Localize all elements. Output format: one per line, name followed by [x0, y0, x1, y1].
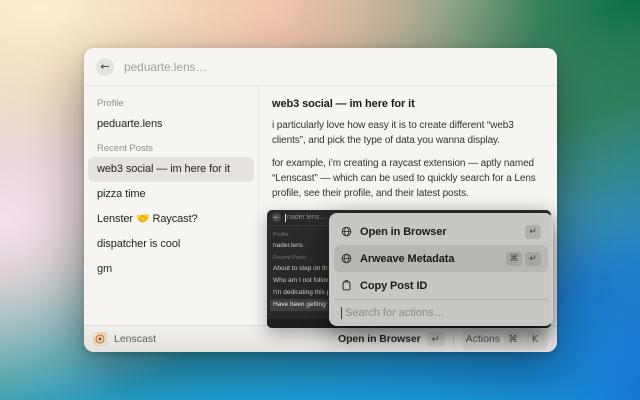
menu-item-label: Open in Browser	[360, 226, 447, 238]
embedded-list-item: nader.lens	[270, 240, 328, 252]
return-key-badge: ↵	[427, 332, 445, 347]
back-button[interactable]: ←	[96, 58, 114, 76]
back-icon: ←	[100, 60, 109, 73]
embedded-list-item: Who am I not following	[270, 275, 328, 287]
menu-item-label: Arweave Metadata	[360, 253, 454, 265]
app-name: Lenscast	[114, 333, 156, 345]
actions-button[interactable]: Actions ⌘ K	[462, 329, 548, 350]
sidebar-item-profile[interactable]: peduarte.lens	[88, 112, 254, 137]
post-paragraph: i particularly love how easy it is to cr…	[272, 118, 547, 148]
embedded-list-item: Have been getting way	[270, 299, 328, 311]
lenscast-logo-icon	[93, 332, 107, 346]
embedded-menu-item-arweave-metadata: Arweave Metadata ⌘ ↵	[334, 245, 548, 272]
embedded-text-caret	[285, 214, 286, 222]
section-label-recent-posts: Recent Posts	[88, 137, 254, 157]
embedded-list-item: I'm dedicating this pos	[270, 287, 328, 299]
return-key-badge: ↵	[525, 252, 541, 266]
post-paragraph: for example, i’m creating a raycast exte…	[272, 156, 547, 201]
embedded-menu-item-open-in-browser: Open in Browser ↵	[334, 218, 548, 245]
shortcut-keys: ⌘ ↵	[506, 252, 541, 266]
return-key-badge: ↵	[525, 225, 541, 239]
embedded-screenshot: ← nader.lens… Profile nader.lens Recent …	[267, 210, 551, 328]
sidebar: Profile peduarte.lens Recent Posts web3 …	[84, 86, 259, 325]
footer-actions: Open in Browser ↵ Actions ⌘ K	[338, 329, 548, 350]
embedded-back-icon: ←	[272, 213, 281, 222]
section-label-profile: Profile	[88, 92, 254, 112]
embedded-sidebar: Profile nader.lens Recent Posts About to…	[267, 226, 331, 314]
sidebar-item-post-pizza-time[interactable]: pizza time	[88, 182, 254, 207]
embedded-search-text: nader.lens…	[287, 214, 326, 221]
globe-icon	[341, 253, 352, 264]
embedded-menu-item-copy-post-id: Copy Post ID	[334, 272, 548, 299]
lenscast-window: ← peduarte.lens… Profile peduarte.lens R…	[84, 48, 557, 352]
menu-item-label: Copy Post ID	[360, 280, 427, 292]
footer-divider	[453, 333, 454, 346]
cmd-key-badge: ⌘	[504, 332, 522, 347]
k-key-badge: K	[526, 332, 544, 347]
embedded-actions-search: Search for actions…	[334, 299, 548, 326]
primary-action-button[interactable]: Open in Browser	[338, 333, 421, 345]
cmd-key-badge: ⌘	[506, 252, 522, 266]
embedded-section-label: Recent Posts	[270, 252, 328, 263]
sidebar-item-post-lenster-raycast[interactable]: Lenster 🤝 Raycast?	[88, 207, 254, 232]
shortcut-keys: ↵	[525, 225, 541, 239]
embedded-actions-menu: Open in Browser ↵ Arweave Metadata ⌘ ↵	[329, 213, 553, 326]
actions-search-placeholder: Search for actions…	[345, 307, 445, 319]
actions-button-label: Actions	[466, 333, 500, 345]
search-input[interactable]: peduarte.lens…	[124, 60, 207, 74]
embedded-list-item: About to step on this s	[270, 263, 328, 275]
sidebar-item-post-gm[interactable]: gm	[88, 257, 254, 282]
post-title: web3 social — im here for it	[272, 98, 547, 110]
embedded-search-caret	[341, 307, 342, 319]
sidebar-item-post-dispatcher[interactable]: dispatcher is cool	[88, 232, 254, 257]
sidebar-item-post-web3-social[interactable]: web3 social — im here for it	[88, 157, 254, 182]
embedded-section-label: Profile	[270, 229, 328, 240]
globe-icon	[341, 226, 352, 237]
window-body: Profile peduarte.lens Recent Posts web3 …	[84, 86, 557, 325]
post-detail-pane: web3 social — im here for it i particula…	[259, 86, 557, 325]
window-footer: Lenscast Open in Browser ↵ Actions ⌘ K	[84, 325, 557, 352]
window-header: ← peduarte.lens…	[84, 48, 557, 86]
clipboard-icon	[341, 280, 352, 291]
